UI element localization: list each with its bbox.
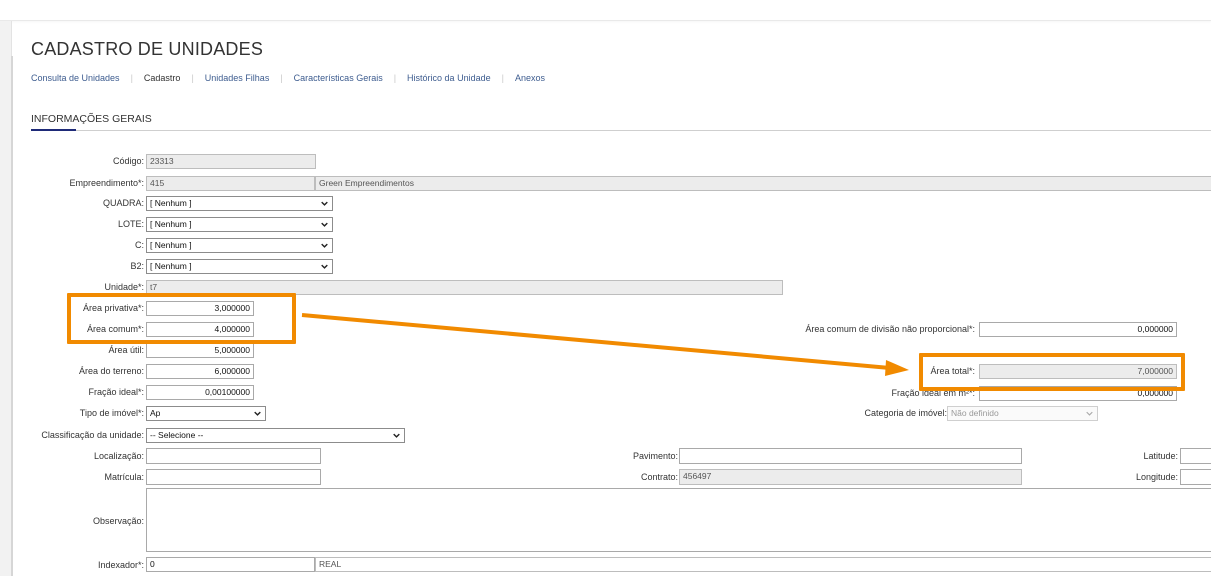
arrow-right-icon — [301, 313, 909, 376]
